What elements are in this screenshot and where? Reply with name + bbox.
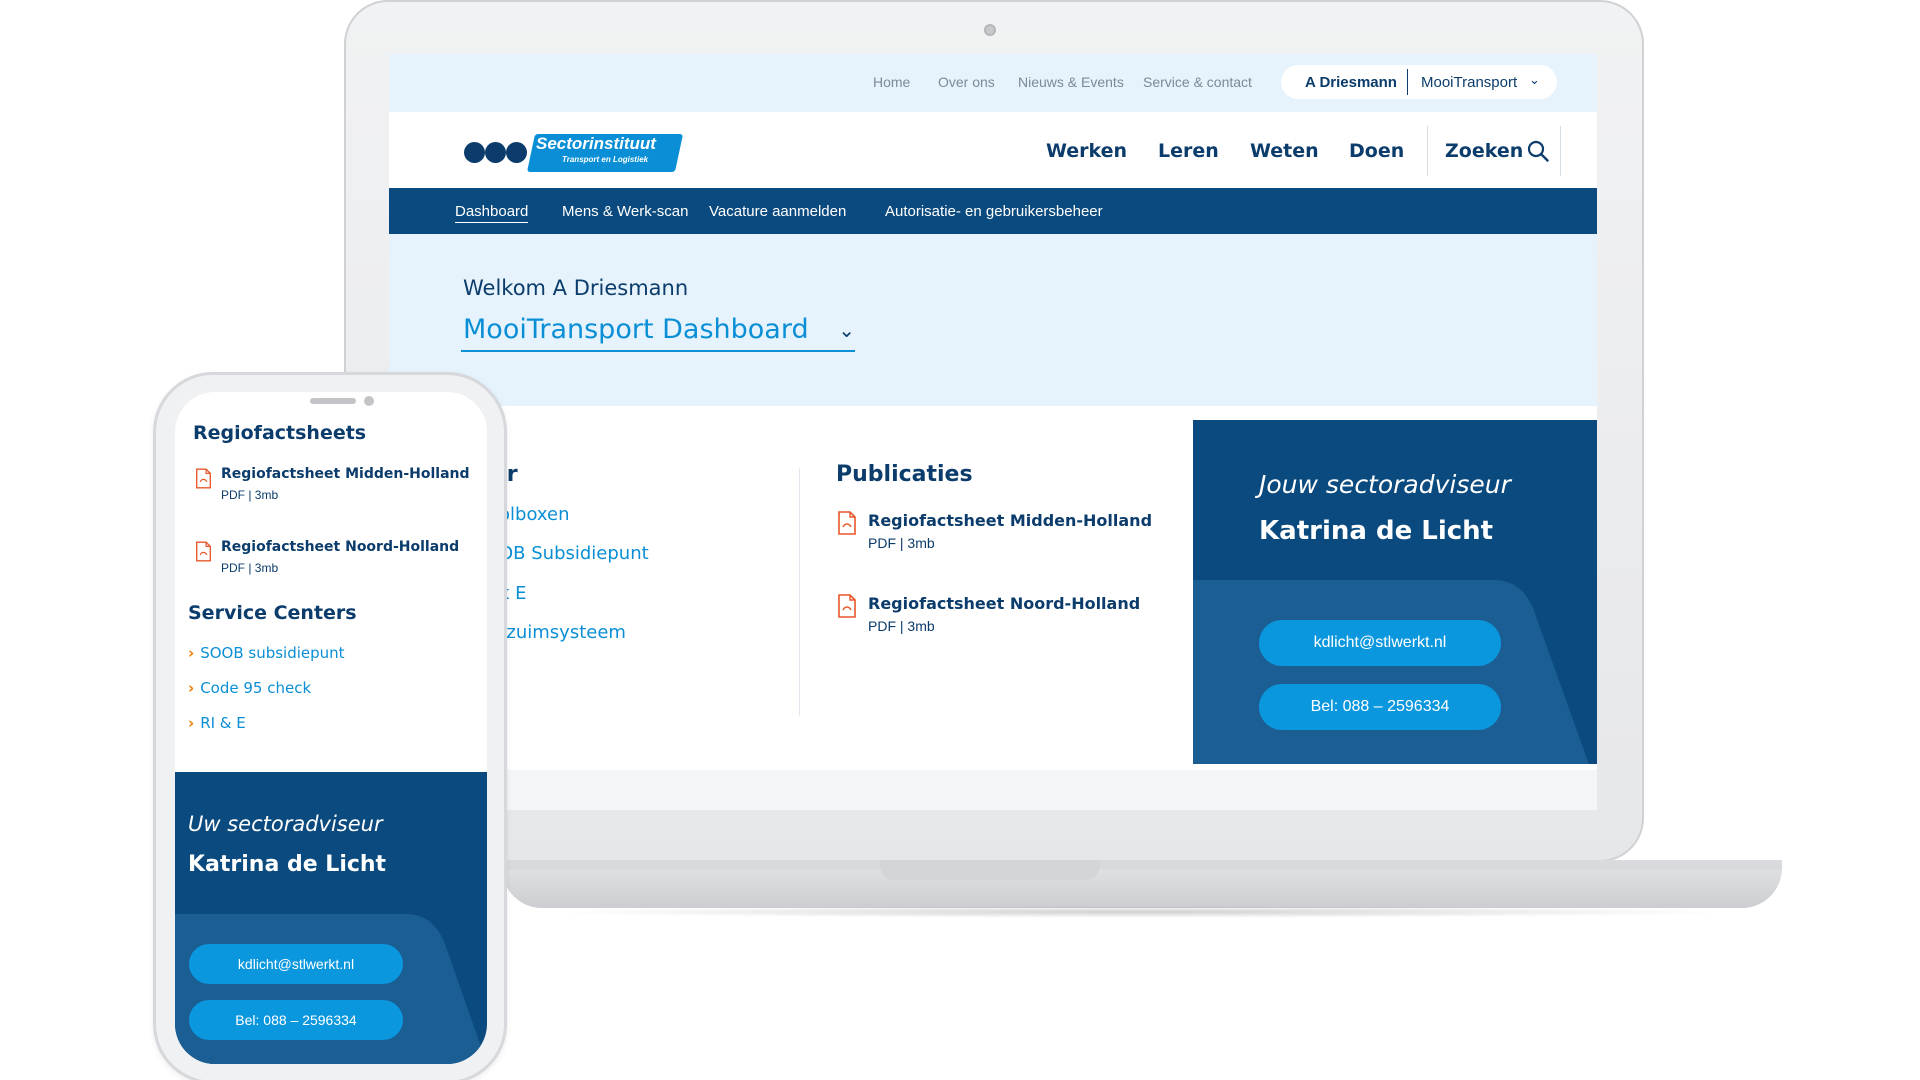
phone-factsheets-heading: Regiofactsheets	[193, 422, 367, 444]
laptop-camera	[984, 24, 996, 36]
publication-file-name[interactable]: Regiofactsheet Noord-Holland	[868, 594, 1140, 613]
advisor-card-shape	[1193, 580, 1589, 764]
dashboard-hero: Welkom A Driesmann MooiTransport Dashboa…	[389, 234, 1597, 406]
chevron-right-icon: ›	[188, 679, 195, 697]
advisor-name: Katrina de Licht	[1259, 516, 1494, 546]
laptop-base-lip	[502, 860, 1782, 870]
nav-zoeken[interactable]: Zoeken	[1445, 140, 1523, 162]
advisor-card: Jouw sectoradviseur Katrina de Licht kdl…	[1193, 420, 1597, 764]
advisor-phone-button[interactable]: Bel: 088 – 2596334	[1259, 684, 1501, 730]
publication-file-meta: PDF | 3mb	[868, 535, 935, 551]
phone-file-name[interactable]: Regiofactsheet Noord-Holland	[221, 539, 459, 555]
phone-service-heading: Service Centers	[188, 602, 357, 624]
util-link-over-ons[interactable]: Over ons	[938, 74, 995, 90]
search-icon[interactable]	[1527, 140, 1549, 162]
phone-service-link-rie[interactable]: › RI & E	[188, 714, 246, 732]
subnav-dashboard[interactable]: Dashboard	[455, 203, 529, 223]
sub-navigation: Dashboard Mens & Werk-scan Vacature aanm…	[389, 188, 1597, 234]
pdf-file-icon	[196, 541, 211, 562]
nav-weten[interactable]: Weten	[1250, 140, 1319, 162]
dashboard-title[interactable]: MooiTransport Dashboard	[463, 314, 809, 345]
account-divider	[1407, 69, 1408, 95]
phone-file-meta: PDF | 3mb	[221, 488, 279, 502]
account-switcher[interactable]: A Driesmann MooiTransport ⌄	[1281, 65, 1557, 99]
nav-separator	[1427, 126, 1428, 176]
advisor-label: Jouw sectoradviseur	[1259, 470, 1511, 499]
utility-bar: Home Over ons Nieuws & Events Service & …	[389, 54, 1597, 112]
nav-separator	[1560, 126, 1561, 176]
phone-service-link-soob[interactable]: › SOOB subsidiepunt	[188, 644, 345, 662]
pdf-file-icon	[196, 468, 211, 489]
logo-dot-icon	[506, 142, 527, 163]
pdf-file-icon	[838, 511, 856, 535]
site-logo[interactable]: Sectorinstituut Transport en Logistiek	[464, 132, 684, 174]
util-link-nieuws-events[interactable]: Nieuws & Events	[1018, 74, 1124, 90]
nav-werken[interactable]: Werken	[1046, 140, 1127, 162]
logo-dot-icon	[464, 142, 485, 163]
laptop-screen: Home Over ons Nieuws & Events Service & …	[389, 54, 1597, 810]
account-org-name[interactable]: MooiTransport	[1421, 74, 1517, 91]
publication-file-name[interactable]: Regiofactsheet Midden-Holland	[868, 511, 1152, 530]
pdf-file-icon	[838, 594, 856, 618]
column-divider	[799, 468, 800, 716]
account-user-name[interactable]: A Driesmann	[1305, 74, 1397, 91]
phone-file-meta: PDF | 3mb	[221, 561, 279, 575]
publications-heading: Publicaties	[836, 462, 973, 487]
phone-email-button[interactable]: kdlicht@stlwerkt.nl	[189, 944, 403, 984]
quick-link-verzuimsysteem[interactable]: rzuimsysteem	[499, 622, 626, 643]
site-header: Sectorinstituut Transport en Logistiek W…	[389, 112, 1597, 188]
phone-advisor-label: Uw sectoradviseur	[188, 812, 383, 836]
phone-phone-button[interactable]: Bel: 088 – 2596334	[189, 1000, 403, 1040]
chevron-right-icon: ›	[188, 714, 195, 732]
subnav-mens-werk-scan[interactable]: Mens & Werk-scan	[562, 203, 688, 220]
logo-tagline: Transport en Logistiek	[562, 155, 649, 164]
phone-camera	[364, 396, 374, 406]
chevron-down-icon[interactable]: ⌄	[838, 318, 855, 342]
advisor-email-button[interactable]: kdlicht@stlwerkt.nl	[1259, 620, 1501, 666]
util-link-service-contact[interactable]: Service & contact	[1143, 74, 1252, 90]
phone-advisor-card: Uw sectoradviseur Katrina de Licht kdlic…	[175, 772, 487, 1064]
laptop-shadow	[540, 906, 1740, 918]
phone-file-name[interactable]: Regiofactsheet Midden-Holland	[221, 466, 470, 482]
phone-speaker	[310, 398, 356, 404]
quick-link-toolboxen[interactable]: olboxen	[499, 504, 569, 525]
chevron-right-icon: ›	[188, 644, 195, 662]
phone-service-link-code95[interactable]: › Code 95 check	[188, 679, 311, 697]
subnav-vacature-aanmelden[interactable]: Vacature aanmelden	[709, 203, 846, 220]
laptop-notch	[880, 860, 1100, 880]
subnav-autorisatie[interactable]: Autorisatie- en gebruikersbeheer	[885, 203, 1103, 220]
logo-name: Sectorinstituut	[536, 134, 656, 153]
chevron-down-icon[interactable]: ⌄	[1529, 73, 1540, 88]
dashboard-selector[interactable]: MooiTransport Dashboard ⌄	[461, 312, 855, 352]
quick-link-soob[interactable]: OB Subsidiepunt	[499, 543, 649, 564]
phone-screen: Regiofactsheets Regiofactsheet Midden-Ho…	[175, 392, 487, 1064]
phone-advisor-shape	[175, 914, 487, 1064]
screen-footer-strip	[389, 770, 1597, 810]
publication-file-meta: PDF | 3mb	[868, 618, 935, 634]
nav-leren[interactable]: Leren	[1158, 140, 1219, 162]
welcome-text: Welkom A Driesmann	[463, 276, 689, 300]
phone-advisor-name: Katrina de Licht	[188, 852, 387, 877]
nav-doen[interactable]: Doen	[1349, 140, 1404, 162]
util-link-home[interactable]: Home	[873, 74, 910, 90]
logo-dot-icon	[485, 142, 506, 163]
